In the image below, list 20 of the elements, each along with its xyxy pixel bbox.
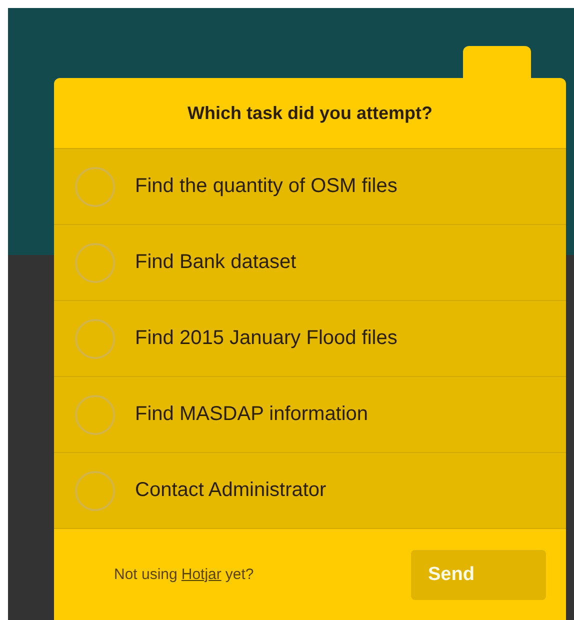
widget-tab[interactable] xyxy=(463,46,531,78)
answer-option[interactable]: Find MASDAP information xyxy=(54,376,566,452)
option-label: Contact Administrator xyxy=(135,479,326,502)
footer-text: Not using xyxy=(114,566,178,583)
option-label: Find the quantity of OSM files xyxy=(135,175,398,198)
answer-option[interactable]: Find 2015 January Flood files xyxy=(54,300,566,376)
radio-button[interactable] xyxy=(75,470,115,510)
footer-text: yet? xyxy=(225,566,254,583)
option-label: Find 2015 January Flood files xyxy=(135,327,398,350)
radio-button[interactable] xyxy=(75,242,115,282)
poll-question: Which task did you attempt? xyxy=(186,102,434,125)
radio-button[interactable] xyxy=(75,394,115,434)
hotjar-link[interactable]: Hotjar xyxy=(181,566,222,583)
answer-option[interactable]: Contact Administrator xyxy=(54,452,566,528)
radio-button[interactable] xyxy=(75,318,115,358)
option-label: Find Bank dataset xyxy=(135,251,296,274)
answer-option[interactable]: Find Bank dataset xyxy=(54,224,566,300)
answer-option[interactable]: Find the quantity of OSM files xyxy=(54,148,566,224)
option-label: Find MASDAP information xyxy=(135,403,368,426)
radio-button[interactable] xyxy=(75,166,115,206)
